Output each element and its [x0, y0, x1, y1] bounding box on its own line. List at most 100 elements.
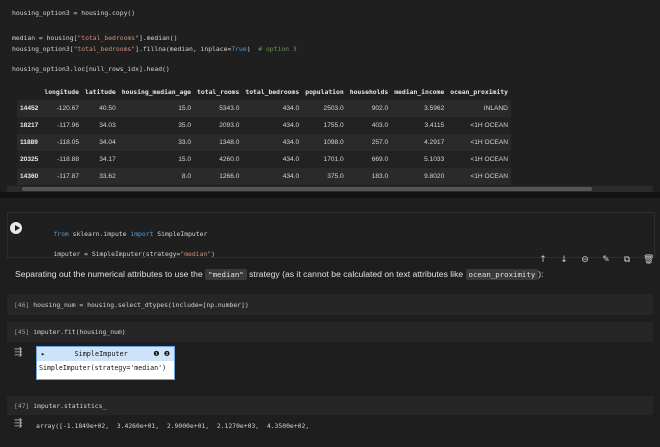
info-icon[interactable]: ❶ ❷ [153, 350, 174, 358]
table-cell: <1H OCEAN [447, 134, 511, 151]
table-row: 18217 -117.96 34.03 35.0 2093.0 434.0 1755.0 40… [17, 117, 511, 134]
inline-code-median: "median" [205, 269, 247, 280]
table-cell: 40.50 [81, 100, 119, 117]
edit-icon[interactable]: ✎ [601, 255, 611, 265]
table-cell: 403.0 [346, 117, 392, 134]
table-cell: 3.4115 [391, 117, 448, 134]
table-cell: -118.88 [41, 151, 82, 168]
table-cell: 35.0 [118, 117, 195, 134]
table-cell: 4260.0 [194, 151, 243, 168]
code-cell-import[interactable]: from sklearn.impute import SimpleImputer… [7, 212, 655, 258]
cell-45-line: [45] imputer.fit(housing_num) [14, 328, 126, 336]
scrollbar-thumb[interactable] [22, 187, 592, 191]
dataframe-output-cell: housing_option3 = housing.copy() median … [7, 4, 653, 190]
code-cell-47[interactable]: [47] imputer.statistics_ [7, 396, 653, 415]
move-up-icon[interactable]: ↑ [538, 255, 548, 265]
output-toggle-icon[interactable]: ⇶ [14, 347, 22, 358]
table-cell: 5.1033 [391, 151, 448, 168]
dataframe-table: longitude latitude housing_median_age total… [17, 84, 511, 185]
column-header: total_bedrooms [245, 88, 300, 96]
delete-icon[interactable]: 🗑 [643, 255, 654, 265]
table-cell: 34.04 [81, 134, 119, 151]
statistics-output: array([-1.1849e+02, 3.4260e+01, 2.9000e+… [36, 422, 310, 430]
table-cell: 15.0 [118, 151, 195, 168]
table-cell: 375.0 [302, 168, 347, 185]
table-cell: 33.62 [81, 168, 119, 185]
table-cell: 34.17 [81, 151, 119, 168]
cell-toolbar: ↑ ↓ ⊖ ✎ ⧉ 🗑 ⋮ [538, 255, 660, 265]
code-line-copy: housing_option3 = housing.copy() [12, 9, 136, 17]
table-row: 20325 -118.88 34.17 15.0 4260.0 434.0 1701.0 66… [17, 151, 511, 168]
table-cell: 1098.0 [302, 134, 347, 151]
table-cell: 1755.0 [302, 117, 347, 134]
row-index: 11889 [17, 134, 42, 151]
table-cell: 183.0 [346, 168, 392, 185]
table-cell: 434.0 [242, 134, 303, 151]
table-cell: 3.5962 [391, 100, 448, 117]
estimator-widget[interactable]: ▸ SimpleImputer ❶ ❷ SimpleImputer(strate… [36, 346, 175, 380]
markdown-text: Separating out the numerical attributes … [15, 269, 544, 280]
table-cell: 434.0 [242, 151, 303, 168]
table-cell: 434.0 [242, 168, 303, 185]
estimator-header[interactable]: ▸ SimpleImputer ❶ ❷ [37, 347, 174, 361]
table-cell: 1348.0 [194, 134, 243, 151]
table-row: 11889 -118.05 34.04 33.0 1348.0 434.0 1098.0 25… [17, 134, 511, 151]
output-toggle-icon-47[interactable]: ⇶ [14, 418, 22, 429]
move-down-icon[interactable]: ↓ [559, 255, 569, 265]
table-cell: 33.0 [118, 134, 195, 151]
link-icon[interactable]: ⊖ [580, 255, 590, 265]
table-cell: 2503.0 [302, 100, 347, 117]
table-cell: -120.67 [41, 100, 82, 117]
column-header: latitude [84, 88, 116, 96]
table-cell: -118.05 [41, 134, 82, 151]
code-cell-46[interactable]: [46] housing_num = housing.select_dtypes… [7, 294, 653, 315]
code-line-loc: housing_option3.loc[null_rows_idx].head(… [12, 65, 170, 73]
dataframe-header-row: longitude latitude housing_median_age total… [17, 84, 511, 100]
table-cell: 434.0 [242, 117, 303, 134]
column-header: households [349, 88, 389, 96]
table-cell: 15.0 [118, 100, 195, 117]
table-cell: -117.96 [41, 117, 82, 134]
table-cell: 9.8020 [391, 168, 448, 185]
column-header: housing_median_age [121, 88, 192, 96]
table-cell: 1266.0 [194, 168, 243, 185]
table-cell: INLAND [447, 100, 511, 117]
code-line-median: median = housing["total_bedrooms"].media… [12, 34, 178, 42]
table-cell: <1H OCEAN [447, 151, 511, 168]
table-cell: 5343.0 [194, 100, 243, 117]
code-line-fillna: housing_option3["total_bedrooms"].fillna… [12, 45, 297, 53]
estimator-name: SimpleImputer [74, 350, 128, 358]
table-cell: 2093.0 [194, 117, 243, 134]
column-header: median_income [394, 88, 445, 96]
table-cell: 669.0 [346, 151, 392, 168]
table-cell: 902.0 [346, 100, 392, 117]
cell-47-line: [47] imputer.statistics_ [14, 402, 107, 410]
table-cell: 8.0 [118, 168, 195, 185]
estimator-repr: SimpleImputer(strategy='median') [39, 364, 167, 372]
column-header: longitude [44, 88, 79, 96]
table-cell: -117.87 [41, 168, 82, 185]
row-index: 20325 [17, 151, 42, 168]
table-cell: 34.03 [81, 117, 119, 134]
imputer-line: imputer = SimpleImputer(strategy="median… [53, 250, 215, 258]
row-index: 14360 [17, 168, 42, 185]
row-index: 18217 [17, 117, 42, 134]
table-row: 14360 -117.87 33.62 8.0 1266.0 434.0 375.0 183.… [17, 168, 511, 185]
expand-arrow-icon[interactable]: ▸ [37, 350, 49, 358]
index-header [17, 84, 41, 100]
inline-code-ocean-proximity: ocean_proximity [465, 269, 539, 280]
table-cell: 4.2917 [391, 134, 448, 151]
table-cell: 257.0 [346, 134, 392, 151]
table-row: 14452 -120.67 40.50 15.0 5343.0 434.0 2503.0 90… [17, 100, 511, 117]
table-cell: 1701.0 [302, 151, 347, 168]
column-header: population [305, 88, 344, 96]
column-header: ocean_proximity [450, 88, 508, 96]
copy-icon[interactable]: ⧉ [622, 255, 632, 265]
run-cell-button[interactable] [10, 222, 22, 234]
row-index: 14452 [17, 100, 42, 117]
table-cell: <1H OCEAN [447, 168, 511, 185]
column-header: total_rooms [197, 88, 240, 96]
section-divider [0, 192, 660, 198]
table-cell: 434.0 [242, 100, 303, 117]
code-cell-45[interactable]: [45] imputer.fit(housing_num) [7, 322, 653, 342]
